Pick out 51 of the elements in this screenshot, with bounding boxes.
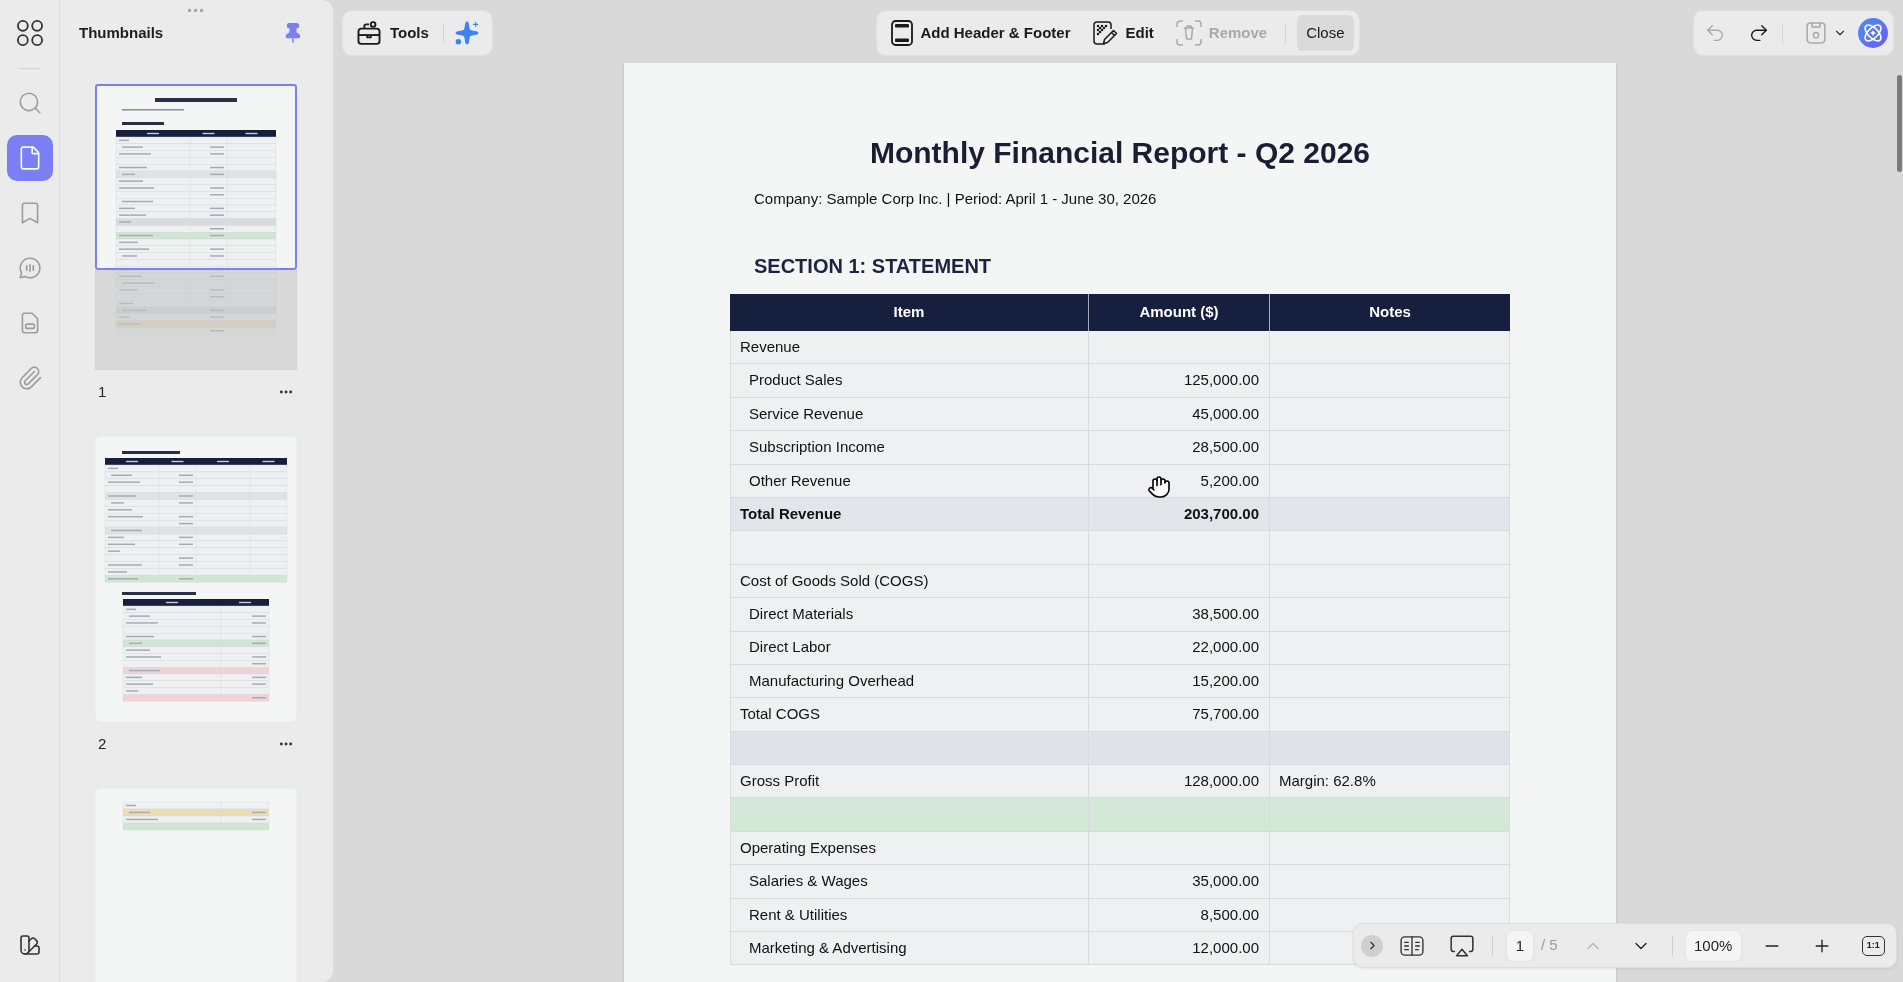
viewport-frame[interactable] [95, 84, 297, 270]
trash-icon [1175, 20, 1202, 46]
table-cell: Marketing & Advertising [730, 932, 1089, 966]
assistant-logo-icon[interactable] [1858, 18, 1888, 48]
page-count: / 5 [1541, 935, 1558, 956]
toolbox-icon [357, 21, 381, 45]
close-button[interactable]: Close [1297, 15, 1354, 51]
table-cell: Total COGS [730, 698, 1089, 732]
table-cell: 28,500.00 [1089, 431, 1270, 465]
scrollbar-thumb[interactable] [1897, 75, 1902, 172]
expand-button[interactable] [1361, 934, 1383, 957]
page-number: 2 [98, 733, 107, 754]
column-header: Notes [1368, 302, 1412, 323]
table-cell: 22,000.00 [1089, 631, 1270, 665]
table-cell: 75,700.00 [1089, 698, 1270, 732]
table-cell: 12,000.00 [1089, 932, 1270, 966]
table-cell: Product Sales [730, 364, 1089, 398]
document-pen-icon [1092, 20, 1119, 46]
table-cell: Salaries & Wages [730, 865, 1089, 899]
actual-size-button[interactable]: 1:1 [1861, 935, 1885, 956]
page-thumbnail[interactable] [95, 436, 297, 722]
drag-handle-icon[interactable] [188, 9, 203, 12]
table-cell: Direct Materials [730, 598, 1089, 632]
page-number: 1 [98, 381, 107, 402]
document-subtitle: Company: Sample Corp Inc. | Period: April 1 - June 30, 2026 [754, 189, 1157, 209]
table-cell: 125,000.00 [1089, 364, 1270, 398]
table-cell: Other Revenue [730, 464, 1089, 498]
add-header-footer-button[interactable]: Add Header & Footer [887, 16, 1075, 50]
panel-title: Thumbnails [79, 23, 164, 43]
hand-cursor-icon [1147, 475, 1171, 499]
table-cell: 38,500.00 [1089, 598, 1270, 632]
swatch-book-icon[interactable] [17, 933, 42, 957]
zoom-field[interactable]: 100% [1684, 929, 1742, 962]
document-title: Monthly Financial Report - Q2 2026 [869, 137, 1371, 169]
redo-icon[interactable] [1748, 22, 1770, 44]
section-title: SECTION 1: STATEMENT [754, 254, 992, 278]
table-cell: Direct Labor [730, 631, 1089, 665]
comment-icon [16, 255, 43, 281]
tools-button[interactable]: Tools [353, 16, 433, 50]
presentation-icon[interactable] [1449, 932, 1475, 959]
apps-icon[interactable] [16, 20, 43, 46]
header-footer-icon [891, 20, 914, 46]
page-number-field[interactable]: 1 [1506, 929, 1534, 962]
edit-button[interactable]: Edit [1088, 16, 1158, 50]
sparkle-icon[interactable] [453, 20, 480, 46]
sidebar-tab[interactable] [6, 135, 53, 181]
table-cell: Subscription Income [730, 431, 1089, 465]
page-thumbnail[interactable] [95, 84, 297, 370]
two-page-view-icon[interactable] [1400, 935, 1424, 956]
paperclip-icon [16, 365, 43, 391]
table-cell: 35,000.00 [1089, 865, 1270, 899]
